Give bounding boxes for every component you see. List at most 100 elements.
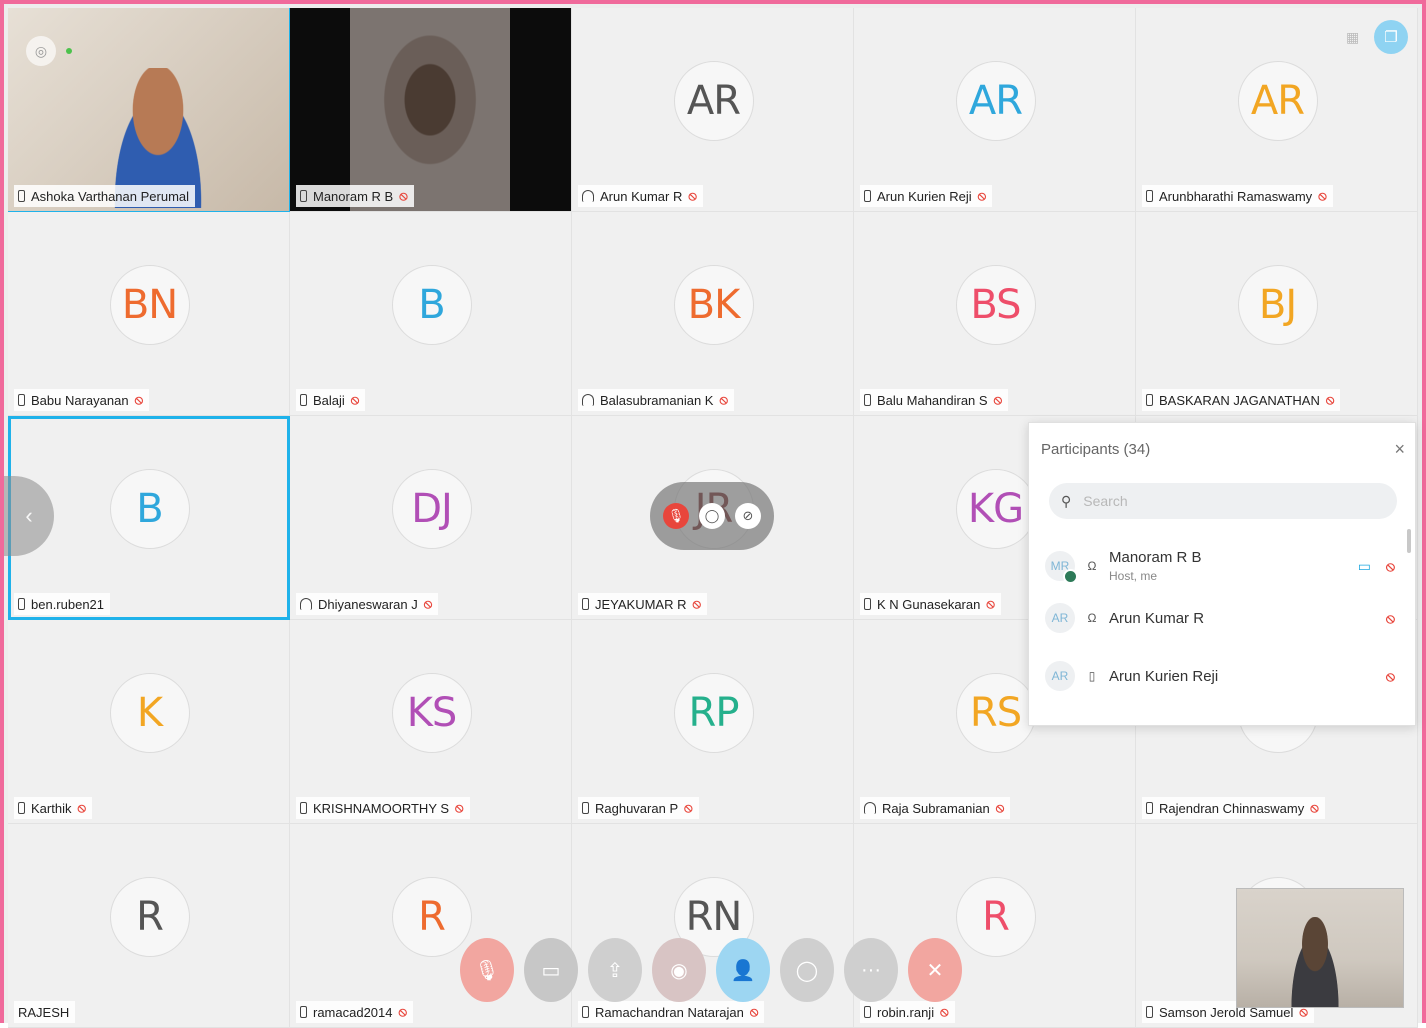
panel-scrollbar[interactable] <box>1407 529 1411 553</box>
nameplate: Raja Subramanian ⦸ <box>860 797 1011 819</box>
grid-view-icon[interactable]: ▦ <box>1346 30 1360 44</box>
nameplate: Karthik ⦸ <box>14 797 92 819</box>
info-icon[interactable]: ◎ <box>26 36 56 66</box>
participant-name-text: Arun Kumar R <box>1109 609 1205 627</box>
phone-icon <box>1146 1006 1153 1018</box>
participants-title: Participants (34) <box>1041 441 1151 458</box>
participant-name: Manoram R B Host, me <box>1109 549 1202 583</box>
video-on-icon[interactable]: ▭ <box>1358 558 1371 575</box>
phone-icon <box>18 598 25 610</box>
avatar: KS <box>391 673 472 753</box>
avatar: AR <box>1237 61 1318 141</box>
participant-tile[interactable]: AR Arun Kurien Reji ⦸ <box>854 8 1136 212</box>
muted-mic-icon: ⦸ <box>995 800 1005 815</box>
headset-icon: Ω <box>1087 559 1097 573</box>
participant-tile[interactable]: AR Arun Kumar R ⦸ <box>572 8 854 212</box>
record-icon: ◉ <box>670 959 688 982</box>
nameplate: JEYAKUMAR R ⦸ <box>578 593 707 615</box>
nameplate: Raghuvaran P ⦸ <box>578 797 699 819</box>
participant-tile[interactable]: DJ Dhiyaneswaran J ⦸ <box>290 416 572 620</box>
muted-mic-icon: ⦸ <box>986 596 995 611</box>
muted-mic-icon: ⦸ <box>692 596 701 611</box>
stop-video-button[interactable]: ▭ <box>524 938 578 1002</box>
avatar: B <box>109 469 190 549</box>
corner-buttons: ▦ ❐ <box>1346 20 1408 54</box>
participant-tile[interactable]: KS KRISHNAMOORTHY S ⦸ <box>290 620 572 824</box>
muted-mic-icon: ⦸ <box>134 392 144 407</box>
muted-mic-icon: ⦸ <box>423 596 433 611</box>
avatar: DJ <box>391 469 472 549</box>
layout-button[interactable]: ❐ <box>1374 20 1408 54</box>
more-button[interactable]: ··· <box>844 938 898 1002</box>
phone-icon <box>1146 394 1153 406</box>
avatar: KG <box>955 469 1036 549</box>
muted-mic-icon: ⦸ <box>719 392 728 407</box>
participant-tile[interactable]: BN Babu Narayanan ⦸ <box>8 212 290 416</box>
more-icon: ··· <box>861 958 881 981</box>
muted-mic-icon: ⦸ <box>455 800 464 815</box>
mute-participant-button[interactable]: 🎙 <box>663 503 689 529</box>
participant-tile[interactable]: BK Balasubramanian K ⦸ <box>572 212 854 416</box>
participant-name: robin.ranji <box>877 1004 935 1020</box>
participant-name: Karthik <box>31 800 72 816</box>
participant-list-item[interactable]: AR Ω Arun Kumar R ⦸ <box>1045 593 1405 643</box>
participant-tile[interactable]: K Karthik ⦸ <box>8 620 290 824</box>
leave-button[interactable]: ✕ <box>908 938 962 1002</box>
share-icon: ⇪ <box>606 959 624 982</box>
phone-icon <box>582 1006 589 1018</box>
phone-icon <box>864 598 871 610</box>
participant-tile[interactable]: R RAJESH <box>8 824 290 1028</box>
nameplate: Ashoka Varthanan Perumal <box>14 185 196 207</box>
phone-icon <box>18 802 25 814</box>
nameplate: RAJESH <box>14 1001 76 1023</box>
avatar-initials: AR <box>1051 669 1069 683</box>
participant-role: Host, me <box>1109 569 1158 583</box>
search-input[interactable] <box>1081 492 1366 510</box>
muted-mic-icon: ⦸ <box>1318 188 1327 203</box>
close-icon[interactable]: × <box>1394 439 1405 460</box>
participant-list-item[interactable]: AR ▯ Arun Kurien Reji ⦸ <box>1045 651 1405 701</box>
nameplate: Balasubramanian K ⦸ <box>578 389 734 411</box>
muted-mic-icon: ⦸ <box>399 188 408 203</box>
participant-name: Ramachandran Natarajan <box>595 1004 744 1020</box>
participant-name: Arun Kumar R <box>600 188 683 204</box>
phone-icon <box>18 190 25 202</box>
participant-tile[interactable]: BJ BASKARAN JAGANATHAN ⦸ <box>1136 212 1418 416</box>
headset-icon: Ω <box>1087 611 1097 625</box>
muted-mic-icon[interactable]: ⦸ <box>1386 668 1395 685</box>
avatar: BS <box>955 265 1036 345</box>
participant-name: ramacad2014 <box>313 1004 393 1020</box>
participant-name: Babu Narayanan <box>31 392 129 408</box>
avatar: RP <box>673 673 754 753</box>
meeting-toolbar: 🎙 ▭ ⇪ ◉ 👤 ◯ ··· ✕ <box>460 938 962 1002</box>
participants-search: ⚲ <box>1049 483 1397 519</box>
share-button[interactable]: ⇪ <box>588 938 642 1002</box>
participants-button[interactable]: 👤 <box>716 938 770 1002</box>
muted-mic-icon: ⦸ <box>1325 392 1335 407</box>
participant-tile[interactable]: BS Balu Mahandiran S ⦸ <box>854 212 1136 416</box>
mute-button[interactable]: 🎙 <box>460 938 514 1002</box>
participant-tile[interactable]: B Balaji ⦸ <box>290 212 572 416</box>
phone-icon <box>1146 190 1153 202</box>
participant-name: Dhiyaneswaran J <box>318 596 418 612</box>
more-participant-button[interactable]: ⊘ <box>735 503 761 529</box>
muted-mic-icon: ⦸ <box>1310 800 1319 815</box>
record-button[interactable]: ◉ <box>652 938 706 1002</box>
phone-icon <box>300 190 307 202</box>
participant-tile[interactable]: RP Raghuvaran P ⦸ <box>572 620 854 824</box>
avatar: RS <box>955 673 1036 753</box>
chat-button[interactable]: ◯ <box>780 938 834 1002</box>
muted-mic-icon[interactable]: ⦸ <box>1386 558 1395 575</box>
participant-name: Manoram R B <box>313 188 394 204</box>
participant-tile[interactable]: Manoram R B ⦸ <box>290 8 572 212</box>
nameplate: Babu Narayanan ⦸ <box>14 389 150 411</box>
participant-tile[interactable]: ◎ Ashoka Varthanan Perumal <box>8 8 290 212</box>
self-view-video[interactable] <box>1236 888 1404 1008</box>
stop-video-icon: ▭ <box>541 959 561 982</box>
participant-list-item[interactable]: MR Ω Manoram R B Host, me ▭ ⦸ <box>1045 541 1405 591</box>
muted-mic-icon[interactable]: ⦸ <box>1386 610 1395 627</box>
leave-icon: ✕ <box>926 959 944 982</box>
participant-name-text: Manoram R B <box>1109 549 1202 566</box>
chat-participant-button[interactable]: ◯ <box>699 503 725 529</box>
search-icon: ⚲ <box>1061 492 1072 509</box>
